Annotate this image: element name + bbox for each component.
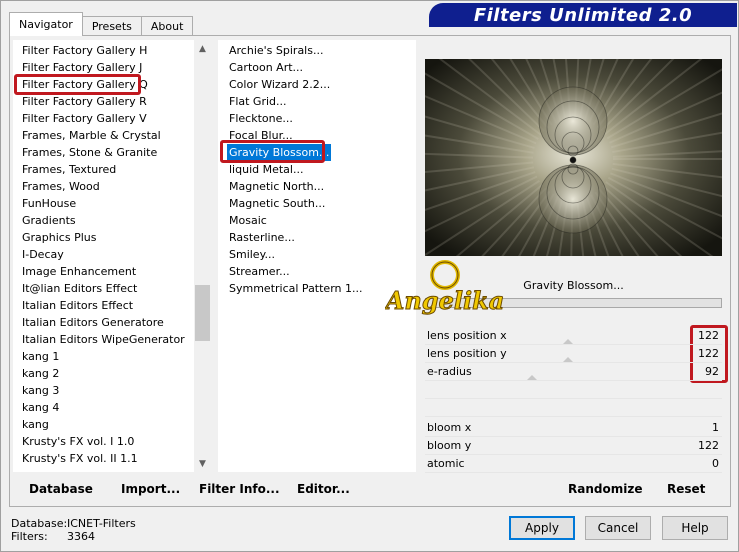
- database-value: ICNET-Filters: [67, 517, 136, 530]
- import-button[interactable]: Import...: [121, 482, 180, 498]
- category-item[interactable]: kang: [22, 416, 49, 433]
- category-item[interactable]: Filter Factory Gallery R: [22, 93, 147, 110]
- category-item[interactable]: Frames, Stone & Granite: [22, 144, 157, 161]
- param-value: 0: [712, 457, 719, 470]
- param-row[interactable]: atomic 0: [425, 455, 722, 473]
- progress-bar: [425, 298, 722, 308]
- tab-about[interactable]: About: [140, 16, 194, 36]
- param-label: bloom y: [427, 439, 472, 452]
- database-label: Database:: [11, 517, 68, 530]
- category-item[interactable]: Filter Factory Gallery H: [22, 42, 147, 59]
- filter-item[interactable]: Flat Grid...: [229, 93, 287, 110]
- preview-image: [425, 59, 722, 256]
- category-item[interactable]: Frames, Textured: [22, 161, 116, 178]
- filter-item[interactable]: Rasterline...: [229, 229, 295, 246]
- param-label: bloom x: [427, 421, 472, 434]
- category-item[interactable]: kang 4: [22, 399, 59, 416]
- category-item[interactable]: I-Decay: [22, 246, 64, 263]
- category-item[interactable]: kang 2: [22, 365, 59, 382]
- param-row[interactable]: lens position x 122: [425, 327, 722, 345]
- param-value: 92: [705, 365, 719, 378]
- category-item[interactable]: Italian Editors Generatore: [22, 314, 164, 331]
- randomize-button[interactable]: Randomize: [568, 482, 642, 498]
- filter-item[interactable]: Archie's Spirals...: [229, 42, 323, 59]
- param-row[interactable]: bloom y 122: [425, 437, 722, 455]
- category-item[interactable]: Frames, Marble & Crystal: [22, 127, 161, 144]
- category-item[interactable]: FunHouse: [22, 195, 76, 212]
- param-value: 122: [698, 439, 719, 452]
- tab-navigator[interactable]: Navigator: [9, 12, 83, 36]
- filter-item[interactable]: Magnetic South...: [229, 195, 325, 212]
- param-row[interactable]: lens position y 122: [425, 345, 722, 363]
- filter-item-selected[interactable]: Gravity Blossom...: [227, 144, 332, 161]
- param-value: 1: [712, 421, 719, 434]
- category-item[interactable]: Filter Factory Gallery Q: [22, 76, 148, 93]
- category-item[interactable]: Italian Editors WipeGenerator: [22, 331, 185, 348]
- filter-item[interactable]: Focal Blur...: [229, 127, 293, 144]
- param-label: lens position y: [427, 347, 507, 360]
- parameter-list[interactable]: lens position x 122 lens position y 122 e-ra…: [425, 327, 722, 475]
- filter-item[interactable]: Smiley...: [229, 246, 275, 263]
- scroll-up-icon[interactable]: ▲: [194, 40, 211, 57]
- category-item[interactable]: Filter Factory Gallery J: [22, 59, 142, 76]
- category-item[interactable]: Frames, Wood: [22, 178, 100, 195]
- scroll-down-icon[interactable]: ▼: [194, 455, 211, 472]
- slider-handle[interactable]: [562, 357, 573, 362]
- category-item[interactable]: Italian Editors Effect: [22, 297, 133, 314]
- apply-button[interactable]: Apply: [509, 516, 575, 540]
- filter-item[interactable]: liquid Metal...: [229, 161, 303, 178]
- cancel-button[interactable]: Cancel: [585, 516, 651, 540]
- filter-item[interactable]: Flecktone...: [229, 110, 293, 127]
- param-value: 122: [698, 329, 719, 342]
- filter-item[interactable]: Magnetic North...: [229, 178, 324, 195]
- category-item[interactable]: kang 3: [22, 382, 59, 399]
- selected-filter-name: Gravity Blossom...: [523, 279, 624, 292]
- scrollbar-thumb[interactable]: [195, 285, 210, 341]
- category-scrollbar[interactable]: ▲ ▼: [194, 40, 211, 472]
- title-banner: Filters Unlimited 2.0: [429, 3, 737, 27]
- category-item[interactable]: kang 1: [22, 348, 59, 365]
- category-item[interactable]: Filter Factory Gallery V: [22, 110, 147, 127]
- category-item[interactable]: Image Enhancement: [22, 263, 136, 280]
- slider-handle[interactable]: [562, 339, 573, 344]
- category-item[interactable]: Graphics Plus: [22, 229, 96, 246]
- category-list[interactable]: Filter Factory Gallery H Filter Factory G…: [13, 40, 211, 472]
- help-button[interactable]: Help: [662, 516, 728, 540]
- param-row[interactable]: e-radius 92: [425, 363, 722, 381]
- database-button[interactable]: Database: [29, 482, 93, 498]
- filter-info-button[interactable]: Filter Info...: [199, 482, 280, 498]
- filter-item[interactable]: Color Wizard 2.2...: [229, 76, 330, 93]
- param-row[interactable]: bloom x 1: [425, 419, 722, 437]
- param-row: [425, 381, 722, 399]
- param-row: [425, 399, 722, 417]
- slider-handle[interactable]: [526, 375, 537, 380]
- filters-count: 3364: [67, 530, 95, 543]
- category-item[interactable]: Krusty's FX vol. I 1.0: [22, 433, 134, 450]
- app-title: Filters Unlimited 2.0: [473, 4, 693, 26]
- filters-unlimited-window: Navigator Presets About Filters Unlimite…: [0, 0, 739, 552]
- param-label: atomic: [427, 457, 465, 470]
- filter-item[interactable]: Streamer...: [229, 263, 290, 280]
- tab-presets[interactable]: Presets: [81, 16, 142, 36]
- editor-button[interactable]: Editor...: [297, 482, 350, 498]
- param-label: e-radius: [427, 365, 472, 378]
- category-item[interactable]: It@lian Editors Effect: [22, 280, 137, 297]
- filter-item[interactable]: Mosaic: [229, 212, 267, 229]
- filter-list[interactable]: Archie's Spirals... Cartoon Art... Color W…: [218, 40, 416, 472]
- category-item[interactable]: Gradients: [22, 212, 76, 229]
- reset-button[interactable]: Reset: [667, 482, 705, 498]
- tab-bar: Navigator Presets About: [9, 12, 194, 36]
- category-item[interactable]: Krusty's FX vol. II 1.1: [22, 450, 138, 467]
- filter-item[interactable]: Symmetrical Pattern 1...: [229, 280, 362, 297]
- param-label: lens position x: [427, 329, 507, 342]
- filters-label: Filters:: [11, 530, 48, 543]
- param-value: 122: [698, 347, 719, 360]
- filter-item[interactable]: Cartoon Art...: [229, 59, 303, 76]
